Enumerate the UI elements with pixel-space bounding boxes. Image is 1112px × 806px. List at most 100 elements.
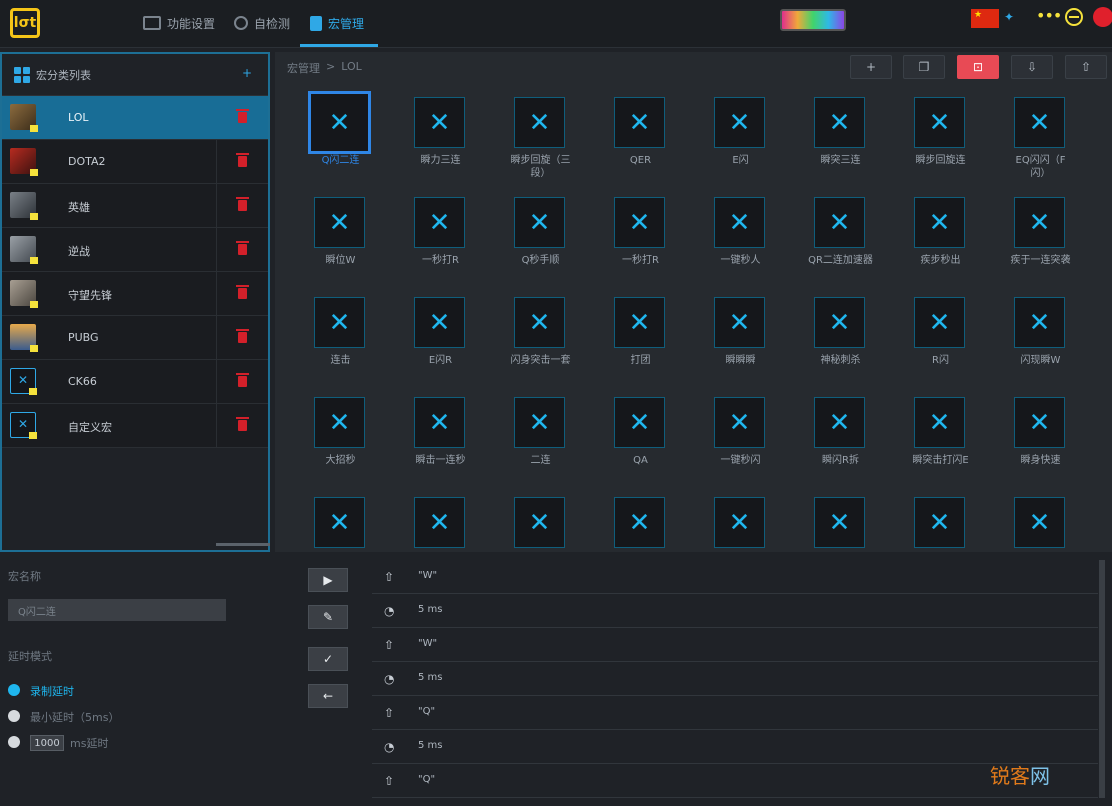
macro-tile[interactable]: ✕ E闪R xyxy=(403,294,503,394)
add-category-button[interactable]: + xyxy=(242,66,252,80)
shuffle-icon: ✕ xyxy=(628,307,651,338)
delete-category-button[interactable] xyxy=(216,272,268,315)
sidebar-item-label: 英雄 xyxy=(68,201,90,214)
game-thumbnail xyxy=(10,236,38,264)
shuffle-icon: ✕ xyxy=(628,407,651,438)
macro-tile[interactable]: ✕ 打团 xyxy=(603,294,703,394)
macro-tile[interactable]: ✕ Q闪二连 xyxy=(303,91,403,194)
category-grid-icon xyxy=(14,66,30,83)
sidebar-item[interactable]: ✕ CK66 xyxy=(2,360,268,404)
macro-tile[interactable]: ✕ QR二连加速器 xyxy=(803,194,903,294)
shuffle-icon: ✕ xyxy=(1028,307,1051,338)
macro-tile[interactable]: ✕ 一秒打R xyxy=(403,194,503,294)
radio-recorded-delay[interactable] xyxy=(8,684,20,696)
sidebar-item[interactable]: LOL xyxy=(2,96,268,140)
more-icon[interactable]: ••• xyxy=(1036,6,1062,25)
macro-tile[interactable]: ✕ 疾步秒出 xyxy=(903,194,1003,294)
delete-category-button[interactable] xyxy=(216,228,268,271)
event-row[interactable]: ⇧ "W" xyxy=(372,560,1098,594)
macro-tile[interactable]: ✕ 瞬突三连 xyxy=(803,94,903,194)
macro-tile[interactable]: ✕ 瞬击一连秒 xyxy=(403,394,503,494)
play-button[interactable]: ▶ xyxy=(308,568,348,592)
breadcrumb-root[interactable]: 宏管理 xyxy=(287,60,320,76)
scrollbar[interactable] xyxy=(216,543,270,546)
delete-macro-button[interactable]: ⊡ xyxy=(957,55,999,79)
import-macro-button[interactable]: ⇩ xyxy=(1011,55,1053,79)
macro-tile[interactable]: ✕ QA xyxy=(603,394,703,494)
minimize-button[interactable] xyxy=(1065,8,1083,26)
language-dropdown-icon[interactable]: ✦ xyxy=(1004,10,1014,24)
game-thumbnail: ✕ xyxy=(10,412,37,439)
radio-min-delay[interactable] xyxy=(8,710,20,722)
macro-icon: ✕ xyxy=(1014,397,1065,448)
event-row[interactable]: ◔ 5 ms xyxy=(372,730,1098,764)
sidebar-item[interactable]: PUBG xyxy=(2,316,268,360)
tab-label: 功能设置 xyxy=(167,16,216,31)
shuffle-icon: ✕ xyxy=(828,207,851,238)
event-row[interactable]: ◔ 5 ms xyxy=(372,662,1098,696)
delete-category-button[interactable] xyxy=(216,140,268,183)
tab-macro-manager[interactable]: 宏管理 xyxy=(310,13,364,33)
tab-self-check[interactable]: 自检测 xyxy=(234,13,290,33)
macro-tile[interactable]: ✕ EQ闪闪（F 闪） xyxy=(1003,94,1103,194)
copy-macro-button[interactable]: ❐ xyxy=(903,55,945,79)
sidebar-item[interactable]: 英雄 xyxy=(2,184,268,228)
macro-tile[interactable]: ✕ 连击 xyxy=(303,294,403,394)
custom-delay-input[interactable] xyxy=(30,735,64,751)
event-row[interactable]: ◔ 5 ms xyxy=(372,594,1098,628)
macro-tile[interactable]: ✕ 瞬步回旋（三 段） xyxy=(503,94,603,194)
tab-function-settings[interactable]: 功能设置 xyxy=(143,13,215,33)
macro-tile[interactable]: ✕ 闪身突击一套 xyxy=(503,294,603,394)
delete-category-button[interactable] xyxy=(216,404,268,447)
sidebar-item[interactable]: 守望先锋 xyxy=(2,272,268,316)
macro-tile[interactable]: ✕ 瞬步回旋连 xyxy=(903,94,1003,194)
language-flag-icon[interactable] xyxy=(971,9,999,28)
event-row[interactable]: ⇧ "W" xyxy=(372,628,1098,662)
macro-tile[interactable]: ✕ 瞬位W xyxy=(303,194,403,294)
trash-icon xyxy=(236,241,249,255)
macro-tile[interactable]: ✕ 瞬力三连 xyxy=(403,94,503,194)
macro-tile[interactable]: ✕ 大招秒 xyxy=(303,394,403,494)
delay-clock-icon: ◔ xyxy=(384,740,395,754)
edit-button[interactable]: ✎ xyxy=(308,605,348,629)
confirm-button[interactable]: ✓ xyxy=(308,647,348,671)
event-text: 5 ms xyxy=(418,740,443,751)
file-icon xyxy=(310,15,322,31)
delete-category-button[interactable] xyxy=(216,96,268,139)
delete-category-button[interactable] xyxy=(216,316,268,359)
macro-tile[interactable]: ✕ 一键秒人 xyxy=(703,194,803,294)
macro-tile[interactable]: ✕ 一键秒闪 xyxy=(703,394,803,494)
shuffle-icon: ✕ xyxy=(1028,207,1051,238)
export-macro-button[interactable]: ⇧ xyxy=(1065,55,1107,79)
macro-name-input[interactable] xyxy=(8,599,226,621)
macro-tile[interactable]: ✕ E闪 xyxy=(703,94,803,194)
rgb-lighting-icon[interactable] xyxy=(780,9,846,31)
macro-tile[interactable]: ✕ 神秘刺杀 xyxy=(803,294,903,394)
macro-tile[interactable]: ✕ 瞬身快速 xyxy=(1003,394,1103,494)
macro-tile[interactable]: ✕ 闪现瞬W xyxy=(1003,294,1103,394)
event-row[interactable]: ⇧ "Q" xyxy=(372,696,1098,730)
scrollbar[interactable] xyxy=(1099,560,1105,798)
sidebar-item[interactable]: 逆战 xyxy=(2,228,268,272)
delete-category-button[interactable] xyxy=(216,184,268,227)
monitor-icon xyxy=(143,16,161,30)
key-event-icon: ⇧ xyxy=(384,638,395,652)
macro-tile[interactable]: ✕ Q秒手顺 xyxy=(503,194,603,294)
macro-tile[interactable]: ✕ 一秒打R xyxy=(603,194,703,294)
add-macro-button[interactable]: + xyxy=(850,55,892,79)
macro-tile[interactable]: ✕ 瞬闪R拆 xyxy=(803,394,903,494)
macro-tile[interactable]: ✕ 瞬突击打闪E xyxy=(903,394,1003,494)
macro-tile[interactable]: ✕ QER xyxy=(603,94,703,194)
macro-tile[interactable]: ✕ 疾于一连突袭 xyxy=(1003,194,1103,294)
delete-category-button[interactable] xyxy=(216,360,268,403)
radio-custom-delay[interactable] xyxy=(8,736,20,748)
sidebar-item[interactable]: ✕ 自定义宏 xyxy=(2,404,268,448)
trash-icon xyxy=(236,329,249,343)
macro-tile[interactable]: ✕ 瞬瞬瞬 xyxy=(703,294,803,394)
sidebar-item[interactable]: DOTA2 xyxy=(2,140,268,184)
macro-icon: ✕ xyxy=(614,197,665,248)
close-button[interactable] xyxy=(1093,7,1112,27)
back-button[interactable]: ← xyxy=(308,684,348,708)
macro-tile[interactable]: ✕ R闪 xyxy=(903,294,1003,394)
macro-tile[interactable]: ✕ 二连 xyxy=(503,394,603,494)
